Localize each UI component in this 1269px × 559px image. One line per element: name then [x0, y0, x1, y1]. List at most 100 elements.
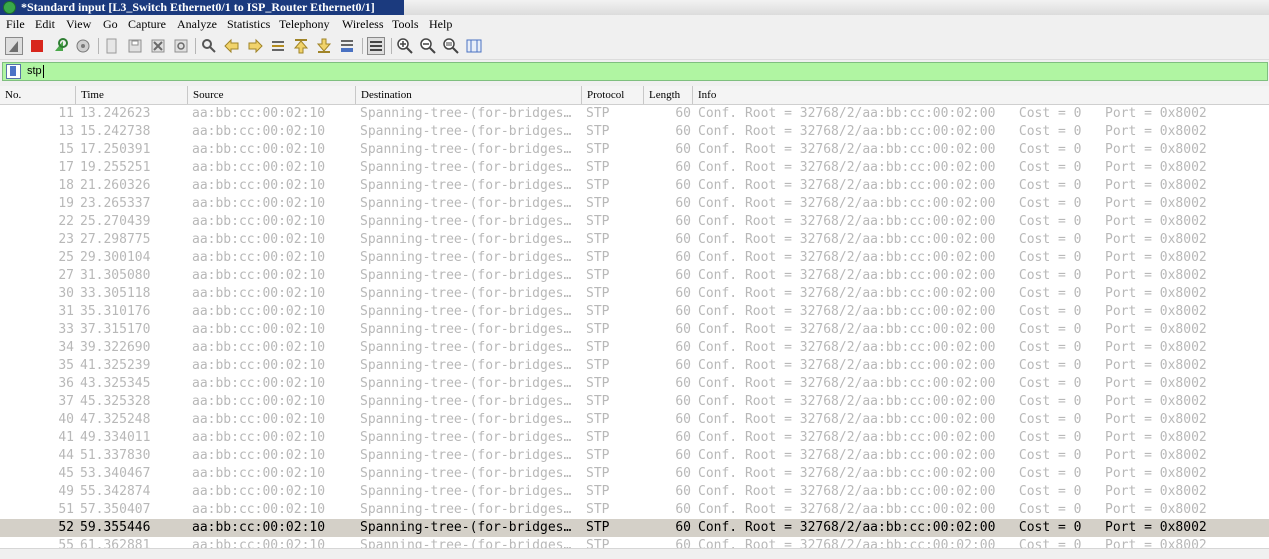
- zoom-in-icon[interactable]: [396, 37, 414, 55]
- table-row-selected[interactable]: 52 59.355446 aa:bb:cc:00:02:10 Spanning-tre…: [0, 519, 1269, 537]
- shark-fin-start-icon[interactable]: [5, 37, 23, 55]
- normal-size-icon[interactable]: [442, 37, 460, 55]
- table-row[interactable]: 36 43.325345 aa:bb:cc:00:02:10 Spanning-tre…: [0, 375, 1269, 393]
- table-row[interactable]: 55 61.362881 aa:bb:cc:00:02:10 Spanning-tre…: [0, 537, 1269, 548]
- packet-number: 27: [58, 268, 74, 283]
- menu-edit[interactable]: Edit: [35, 16, 55, 32]
- table-row[interactable]: 51 57.350407 aa:bb:cc:00:02:10 Spanning-tre…: [0, 501, 1269, 519]
- bookmark-icon[interactable]: [6, 64, 21, 79]
- table-row[interactable]: 17 19.255251 aa:bb:cc:00:02:10 Spanning-tre…: [0, 159, 1269, 177]
- table-row[interactable]: 31 35.310176 aa:bb:cc:00:02:10 Spanning-tre…: [0, 303, 1269, 321]
- packet-time: 15.242738: [80, 124, 151, 139]
- column-info[interactable]: Info: [693, 86, 1269, 104]
- table-row[interactable]: 34 39.322690 aa:bb:cc:00:02:10 Spanning-tre…: [0, 339, 1269, 357]
- table-row[interactable]: 27 31.305080 aa:bb:cc:00:02:10 Spanning-tre…: [0, 267, 1269, 285]
- menu-go[interactable]: Go: [103, 16, 118, 32]
- packet-info: Conf. Root = 32768/2/aa:bb:cc:00:02:00 C…: [698, 538, 1207, 548]
- packet-protocol: STP: [586, 412, 610, 427]
- table-row[interactable]: 30 33.305118 aa:bb:cc:00:02:10 Spanning-tre…: [0, 285, 1269, 303]
- open-file-icon[interactable]: [103, 37, 121, 55]
- table-row[interactable]: 33 37.315170 aa:bb:cc:00:02:10 Spanning-tre…: [0, 321, 1269, 339]
- go-back-icon[interactable]: [223, 37, 241, 55]
- packet-length: 60: [675, 160, 691, 175]
- menu-statistics[interactable]: Statistics: [227, 16, 270, 32]
- table-row[interactable]: 22 25.270439 aa:bb:cc:00:02:10 Spanning-tre…: [0, 213, 1269, 231]
- resize-columns-icon[interactable]: [465, 37, 483, 55]
- menu-tools[interactable]: Tools: [392, 16, 419, 32]
- save-file-icon[interactable]: [126, 37, 144, 55]
- find-packet-icon[interactable]: [200, 37, 218, 55]
- menu-telephony[interactable]: Telephony: [279, 16, 329, 32]
- column-time[interactable]: Time: [76, 86, 188, 104]
- go-first-icon[interactable]: [292, 37, 310, 55]
- packet-destination: Spanning-tree-(for-bridges…: [360, 214, 572, 229]
- menu-capture[interactable]: Capture: [128, 16, 166, 32]
- column-source[interactable]: Source: [188, 86, 356, 104]
- zoom-out-icon[interactable]: [419, 37, 437, 55]
- column-protocol[interactable]: Protocol: [582, 86, 644, 104]
- column-length[interactable]: Length: [644, 86, 693, 104]
- packet-length: 60: [675, 124, 691, 139]
- table-row[interactable]: 19 23.265337 aa:bb:cc:00:02:10 Spanning-tre…: [0, 195, 1269, 213]
- display-filter-input[interactable]: stp: [2, 62, 1268, 81]
- table-row[interactable]: 25 29.300104 aa:bb:cc:00:02:10 Spanning-tre…: [0, 249, 1269, 267]
- text-caret: [43, 65, 44, 78]
- packet-destination: Spanning-tree-(for-bridges…: [360, 538, 572, 548]
- menu-analyze[interactable]: Analyze: [177, 16, 217, 32]
- go-to-packet-icon[interactable]: [269, 37, 287, 55]
- table-row[interactable]: 23 27.298775 aa:bb:cc:00:02:10 Spanning-tre…: [0, 231, 1269, 249]
- table-row[interactable]: 41 49.334011 aa:bb:cc:00:02:10 Spanning-tre…: [0, 429, 1269, 447]
- horizontal-scrollbar[interactable]: [0, 548, 1269, 559]
- go-forward-icon[interactable]: [246, 37, 264, 55]
- packet-protocol: STP: [586, 196, 610, 211]
- menu-wireless[interactable]: Wireless: [342, 16, 384, 32]
- packet-length: 60: [675, 304, 691, 319]
- menu-help[interactable]: Help: [429, 16, 452, 32]
- table-row[interactable]: 11 13.242623 aa:bb:cc:00:02:10 Spanning-tre…: [0, 105, 1269, 123]
- packet-length: 60: [675, 466, 691, 481]
- auto-scroll-icon[interactable]: [338, 37, 356, 55]
- reload-file-icon[interactable]: [172, 37, 190, 55]
- table-row[interactable]: 37 45.325328 aa:bb:cc:00:02:10 Spanning-tre…: [0, 393, 1269, 411]
- column-no[interactable]: No.: [0, 86, 76, 104]
- packet-info: Conf. Root = 32768/2/aa:bb:cc:00:02:00 C…: [698, 430, 1207, 445]
- table-row[interactable]: 35 41.325239 aa:bb:cc:00:02:10 Spanning-tre…: [0, 357, 1269, 375]
- packet-info: Conf. Root = 32768/2/aa:bb:cc:00:02:00 C…: [698, 196, 1207, 211]
- table-row[interactable]: 45 53.340467 aa:bb:cc:00:02:10 Spanning-tre…: [0, 465, 1269, 483]
- capture-options-icon[interactable]: [74, 37, 92, 55]
- filter-text: stp: [27, 65, 42, 77]
- column-destination[interactable]: Destination: [356, 86, 582, 104]
- packet-number: 44: [58, 448, 74, 463]
- colorize-icon[interactable]: [367, 37, 385, 55]
- packet-number: 18: [58, 178, 74, 193]
- table-row[interactable]: 18 21.260326 aa:bb:cc:00:02:10 Spanning-tre…: [0, 177, 1269, 195]
- packet-info: Conf. Root = 32768/2/aa:bb:cc:00:02:00 C…: [698, 214, 1207, 229]
- packet-number: 41: [58, 430, 74, 445]
- packet-protocol: STP: [586, 106, 610, 121]
- table-row[interactable]: 13 15.242738 aa:bb:cc:00:02:10 Spanning-tre…: [0, 123, 1269, 141]
- packet-protocol: STP: [586, 232, 610, 247]
- packet-info: Conf. Root = 32768/2/aa:bb:cc:00:02:00 C…: [698, 502, 1207, 517]
- table-row[interactable]: 15 17.250391 aa:bb:cc:00:02:10 Spanning-tre…: [0, 141, 1269, 159]
- menu-file[interactable]: File: [6, 16, 25, 32]
- title-bar: *Standard input [L3_Switch Ethernet0/1 t…: [0, 0, 1269, 15]
- close-file-icon[interactable]: [149, 37, 167, 55]
- stop-capture-icon[interactable]: [28, 37, 46, 55]
- toolbar-separator: [195, 38, 196, 54]
- packet-destination: Spanning-tree-(for-bridges…: [360, 448, 572, 463]
- packet-length: 60: [675, 232, 691, 247]
- table-row[interactable]: 40 47.325248 aa:bb:cc:00:02:10 Spanning-tre…: [0, 411, 1269, 429]
- packet-source: aa:bb:cc:00:02:10: [192, 502, 326, 517]
- wireshark-app-icon[interactable]: [3, 1, 16, 14]
- menu-view[interactable]: View: [66, 16, 91, 32]
- restart-capture-icon[interactable]: [51, 37, 69, 55]
- packet-source: aa:bb:cc:00:02:10: [192, 520, 326, 535]
- packet-time: 27.298775: [80, 232, 151, 247]
- packet-destination: Spanning-tree-(for-bridges…: [360, 520, 572, 535]
- main-toolbar: [0, 33, 1269, 60]
- go-last-icon[interactable]: [315, 37, 333, 55]
- table-row[interactable]: 49 55.342874 aa:bb:cc:00:02:10 Spanning-tre…: [0, 483, 1269, 501]
- packet-source: aa:bb:cc:00:02:10: [192, 214, 326, 229]
- packet-time: 51.337830: [80, 448, 151, 463]
- table-row[interactable]: 44 51.337830 aa:bb:cc:00:02:10 Spanning-tre…: [0, 447, 1269, 465]
